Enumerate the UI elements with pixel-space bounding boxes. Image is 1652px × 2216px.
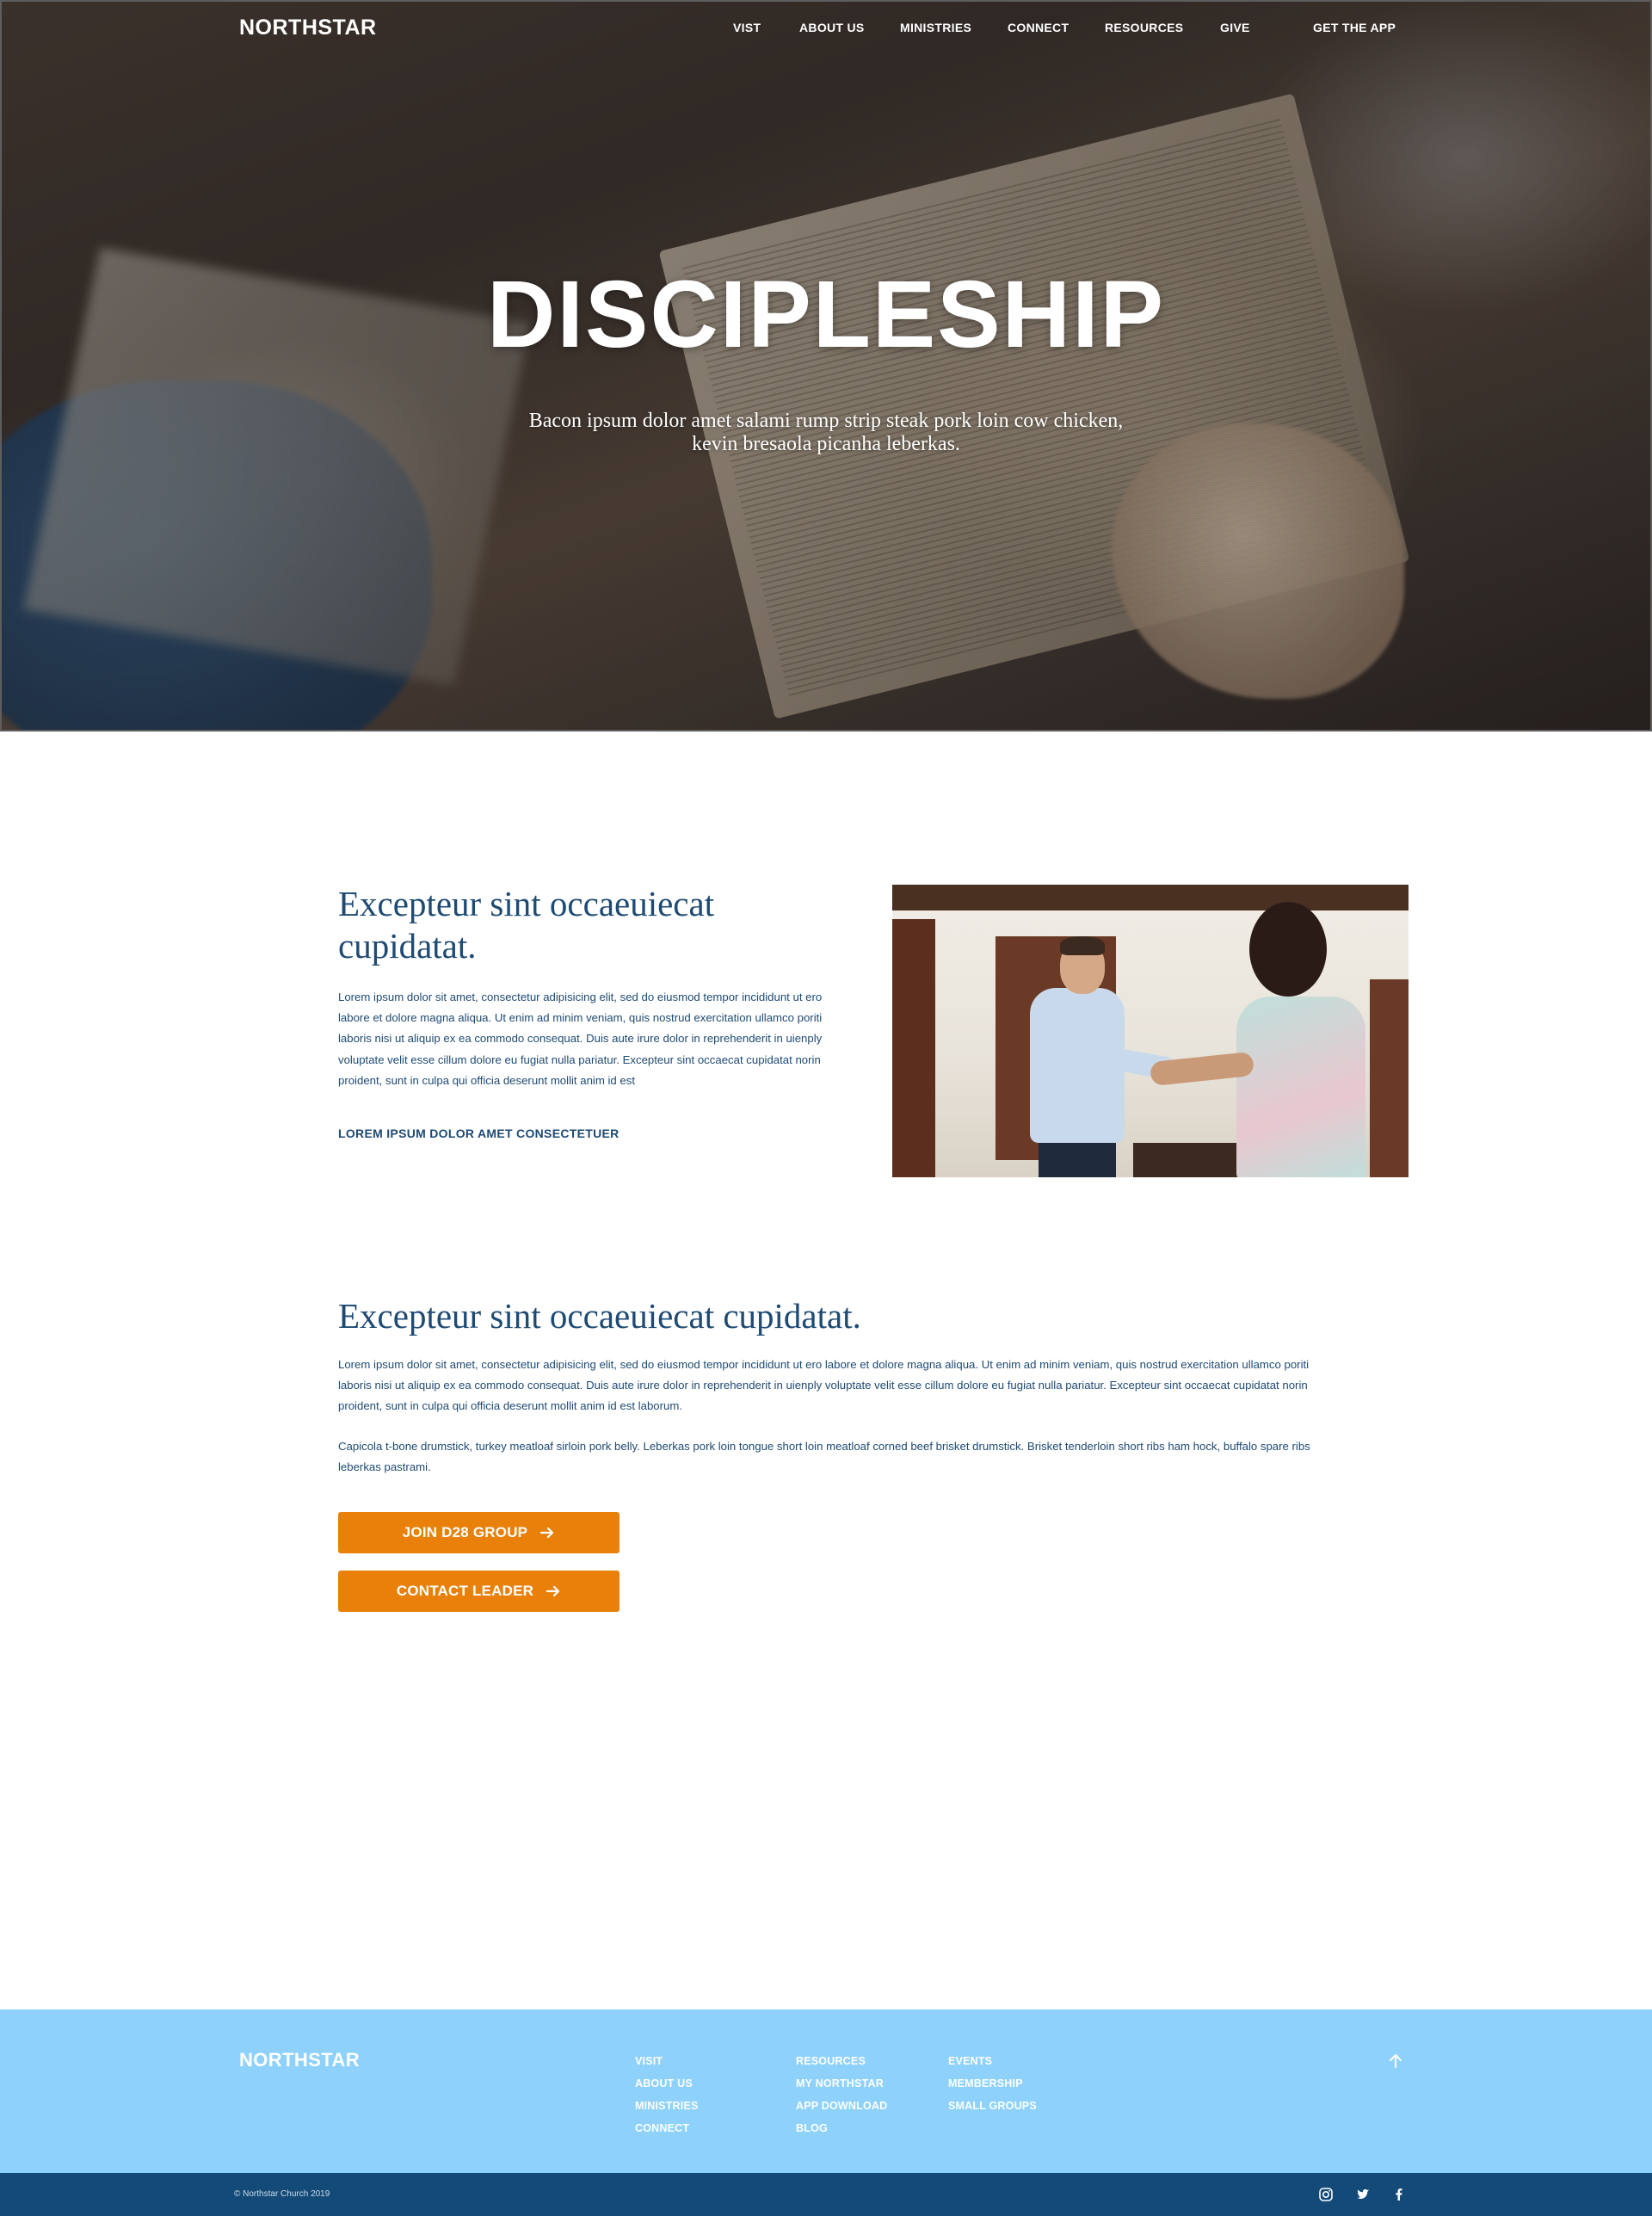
join-group-button-label: JOIN D28 GROUP	[402, 1524, 528, 1540]
footer-links-column: RESOURCES MY NORTHSTAR APP DOWNLOAD BLOG	[796, 2050, 887, 2139]
hero-subtitle: Bacon ipsum dolor amet salami rump strip…	[528, 410, 1124, 455]
footer-links-column: VISIT ABOUT US MINISTRIES CONNECT	[635, 2050, 699, 2139]
footer-link-events[interactable]: EVENTS	[948, 2050, 1037, 2072]
copyright-text: © Northstar Church 2019	[234, 2189, 330, 2199]
section1-body: Lorem ipsum dolor sit amet, consectetur …	[338, 991, 823, 1087]
section2-paragraph: Capicola t-bone drumstick, turkey meatlo…	[338, 1440, 1310, 1474]
arrow-right-icon	[540, 1527, 554, 1539]
hero-title: DISCIPLESHIP	[486, 262, 1166, 367]
photo-door	[892, 919, 935, 1177]
instagram-icon[interactable]	[1318, 2187, 1334, 2202]
footer-link-ministries[interactable]: MINISTRIES	[635, 2095, 699, 2117]
nav-item-give[interactable]: GIVE	[1220, 21, 1250, 34]
footer-link-membership[interactable]: MEMBERSHIP	[948, 2072, 1037, 2095]
facebook-icon[interactable]	[1391, 2187, 1407, 2202]
contact-leader-button[interactable]: CONTACT LEADER	[338, 1571, 620, 1612]
back-to-top-button[interactable]	[1384, 2049, 1408, 2073]
footer-link-about-us[interactable]: ABOUT US	[635, 2072, 699, 2095]
photo-door	[1370, 979, 1409, 1177]
contact-leader-button-label: CONTACT LEADER	[396, 1583, 534, 1599]
footer-link-app-download[interactable]: APP DOWNLOAD	[796, 2095, 887, 2117]
main-nav: VIST ABOUT US MINISTRIES CONNECT RESOURC…	[0, 21, 1652, 38]
footer-link-visit[interactable]: VISIT	[635, 2050, 699, 2072]
photo-woman-dress	[1236, 997, 1365, 1177]
footer-link-resources[interactable]: RESOURCES	[796, 2050, 887, 2072]
footer-link-connect[interactable]: CONNECT	[635, 2117, 699, 2139]
nav-item-visit[interactable]: VIST	[733, 21, 761, 34]
section1-link[interactable]: LOREM IPSUM DOLOR AMET CONSECTETUER	[338, 1127, 620, 1140]
footer-link-my-northstar[interactable]: MY NORTHSTAR	[796, 2072, 887, 2095]
footer-link-blog[interactable]: BLOG	[796, 2117, 887, 2139]
twitter-icon[interactable]	[1355, 2187, 1371, 2202]
photo-woman-head	[1249, 902, 1327, 997]
section1-heading: Excepteur sint occaeuiecat cupidatat.	[338, 884, 715, 966]
footer-logo[interactable]: NORTHSTAR	[239, 2049, 360, 2071]
arrow-up-icon	[1390, 2054, 1402, 2068]
arrow-right-icon	[546, 1585, 560, 1597]
handshake-photo	[892, 885, 1409, 1177]
nav-item-about-us[interactable]: ABOUT US	[799, 21, 865, 34]
section2-heading: Excepteur sint occaeuiecat cupidatat.	[338, 1296, 861, 1336]
photo-man-hair	[1060, 936, 1105, 955]
footer-link-small-groups[interactable]: SMALL GROUPS	[948, 2095, 1037, 2117]
nav-item-connect[interactable]: CONNECT	[1008, 21, 1069, 34]
get-the-app-button[interactable]: GET THE APP	[1313, 21, 1396, 34]
section2-paragraph: Lorem ipsum dolor sit amet, consectetur …	[338, 1358, 1310, 1413]
photo-ceiling	[892, 885, 1409, 910]
nav-item-ministries[interactable]: MINISTRIES	[900, 21, 971, 34]
footer-links-column: EVENTS MEMBERSHIP SMALL GROUPS	[948, 2050, 1037, 2117]
join-group-button[interactable]: JOIN D28 GROUP	[338, 1512, 620, 1553]
nav-item-resources[interactable]: RESOURCES	[1105, 21, 1183, 34]
